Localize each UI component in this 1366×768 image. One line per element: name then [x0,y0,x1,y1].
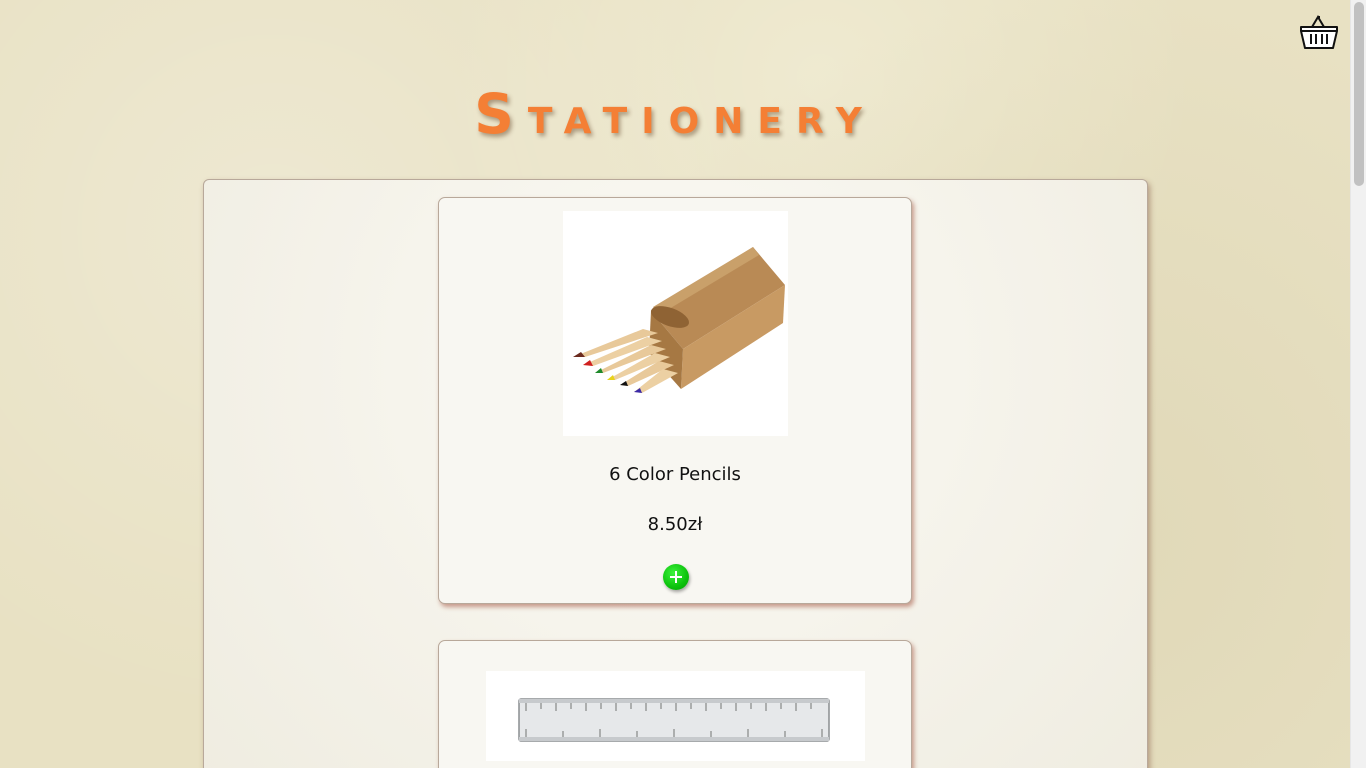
page-title-initial: S [474,62,528,152]
cart-button[interactable] [1298,14,1340,52]
add-to-cart-button[interactable] [663,564,689,590]
product-card: 6 Color Pencils 8.50zł [438,197,912,604]
scrollbar-thumb[interactable] [1354,2,1364,186]
product-name: 6 Color Pencils [609,464,741,485]
page-viewport: Stationery [0,0,1350,768]
page-title: Stationery [0,62,1350,152]
vertical-scrollbar[interactable] [1350,0,1366,768]
color-pencils-box-image [563,211,788,436]
ruler-image [486,671,865,761]
product-card [438,640,912,768]
basket-icon [1300,15,1338,49]
page-title-rest: tationery [527,86,876,146]
product-price: 8.50zł [647,514,703,535]
